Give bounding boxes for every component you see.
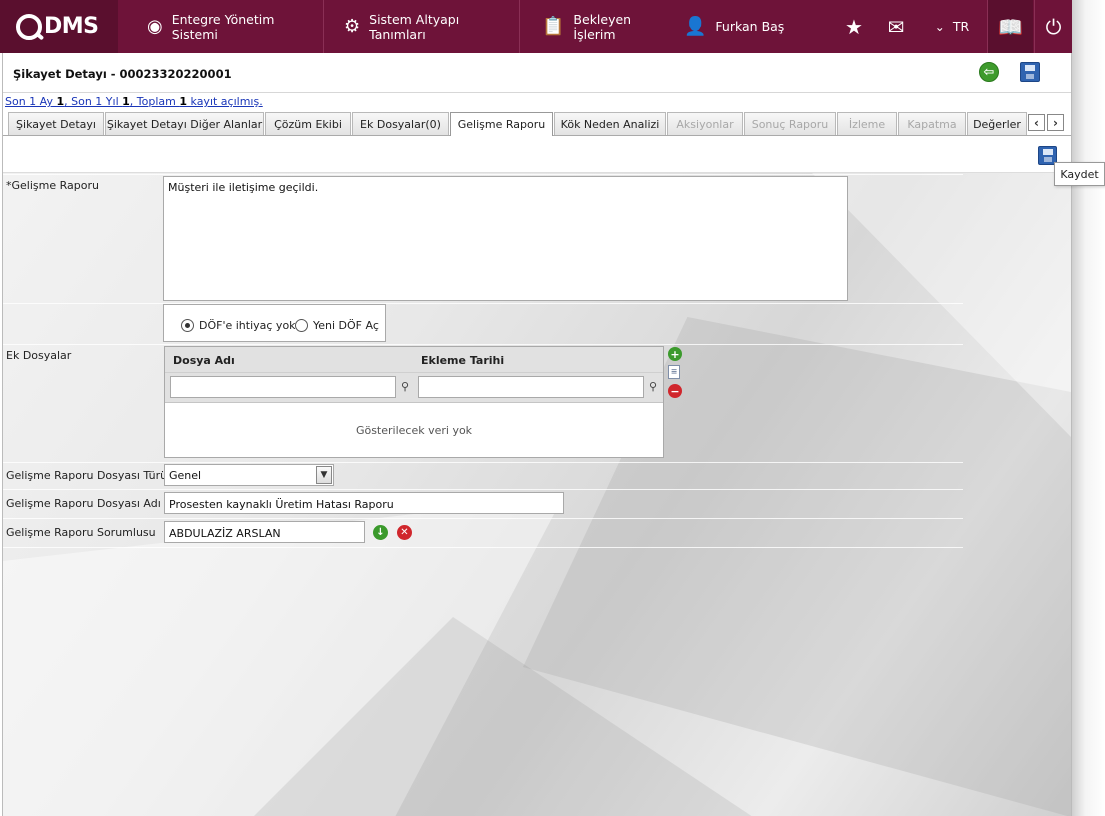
file-type-value: Genel (169, 469, 202, 482)
complaint-detail-page: Şikayet Detayı - 00023320220001 ⇦ Son 1 … (2, 53, 1072, 816)
user-icon: 👤 (684, 15, 707, 37)
radio-new-dof[interactable]: Yeni DÖF Aç (295, 319, 379, 332)
clipboard-icon: 📋 (542, 15, 565, 37)
nav-label: Furkan Baş (715, 19, 785, 34)
tab-aksiyonlar: Aksiyonlar (667, 112, 743, 135)
row-divider (3, 344, 963, 345)
attachments-label: Ek Dosyalar (6, 349, 72, 362)
grid-empty-message: Gösterilecek veri yok (355, 423, 473, 437)
row-divider (3, 547, 963, 548)
select-owner-down-icon[interactable]: ↓ (373, 525, 388, 540)
grid-header: Dosya Adı Ekleme Tarihi (165, 347, 663, 373)
nav-sistem-altyapi[interactable]: ⚙ Sistem Altyapı Tanımları (324, 0, 520, 53)
report-textarea[interactable]: Müşteri ile iletişime geçildi. (163, 176, 848, 301)
remove-file-minus-icon[interactable]: − (668, 384, 682, 398)
recent-suffix: kayıt açılmış. (187, 95, 263, 108)
power-logout-icon[interactable]: ⏻ (1034, 0, 1072, 53)
tab-kapatma: Kapatma (898, 112, 966, 135)
tab-scroll-left-icon[interactable]: ‹ (1028, 114, 1045, 131)
language-selector[interactable]: ⌄ TR (922, 0, 982, 53)
tab-izleme: İzleme (837, 112, 897, 135)
radio-dof-not-needed[interactable]: DÖF'e ihtiyaç yok (181, 319, 296, 332)
tab-degerler[interactable]: Değerler (967, 112, 1027, 135)
page-edge-shadow (1072, 0, 1105, 816)
add-file-plus-icon[interactable]: + (668, 347, 682, 361)
row-divider (3, 489, 963, 490)
report-label: *Gelişme Raporu (6, 179, 99, 192)
clear-owner-x-icon[interactable]: ✕ (397, 525, 412, 540)
tab-strip: Şikayet Detayı Şikayet Detayı Diğer Alan… (3, 112, 1071, 136)
mail-icon[interactable]: ✉ (880, 0, 912, 53)
file-name-input[interactable]: Prosesten kaynaklı Üretim Hatası Raporu (164, 492, 564, 514)
recent-year-count: 1 (122, 95, 130, 108)
column-ekleme-tarihi[interactable]: Ekleme Tarihi (421, 354, 504, 367)
back-arrow-button[interactable]: ⇦ (979, 62, 999, 82)
file-name-label: Gelişme Raporu Dosyası Adı (6, 497, 161, 510)
nav-user-profile[interactable]: 👤 Furkan Baş (672, 0, 822, 53)
chevron-down-icon: ⌄ (934, 19, 945, 34)
recent-middle: , Son 1 Yıl (64, 95, 123, 108)
radio-label: DÖF'e ihtiyaç yok (199, 319, 296, 332)
nav-label: Entegre Yönetim Sistemi (171, 11, 275, 42)
tab-sonuc-raporu: Sonuç Raporu (744, 112, 836, 135)
tab-diger-alanlar[interactable]: Şikayet Detayı Diğer Alanlar (105, 112, 264, 135)
filter-ekleme-tarihi-input[interactable] (418, 376, 644, 398)
favorites-star-icon[interactable]: ★ (838, 0, 870, 53)
recent-total-count: 1 (179, 95, 188, 108)
radio-label: Yeni DÖF Aç (313, 319, 379, 332)
page-title: Şikayet Detayı - 00023320220001 (13, 67, 232, 81)
document-icon[interactable]: ≡ (668, 365, 680, 379)
tab-gelisme-raporu[interactable]: Gelişme Raporu (450, 112, 553, 136)
tab-sikayet-detayi[interactable]: Şikayet Detayı (8, 112, 104, 135)
file-type-label: Gelişme Raporu Dosyası Türü (6, 469, 168, 482)
save-disk-icon[interactable] (1020, 62, 1040, 82)
recent-prefix: Son 1 Ay (5, 95, 57, 108)
chevron-down-icon[interactable]: ▼ (316, 466, 332, 484)
tab-cozum-ekibi[interactable]: Çözüm Ekibi (265, 112, 351, 135)
recent-total-label: , Toplam (129, 95, 180, 108)
book-help-icon[interactable]: 📖 (987, 0, 1033, 53)
row-divider (3, 462, 963, 463)
logo-text: DMS (44, 14, 99, 39)
tab-kok-neden-analizi[interactable]: Kök Neden Analizi (554, 112, 666, 135)
qdms-logo[interactable]: DMS (0, 0, 118, 53)
nav-label: Bekleyen İşlerim (573, 11, 632, 42)
tab-scroll-right-icon[interactable]: › (1047, 114, 1064, 131)
gelisme-raporu-panel: *Gelişme Raporu Müşteri ile iletişime ge… (3, 137, 1071, 816)
tab-ek-dosyalar[interactable]: Ek Dosyalar(0) (352, 112, 449, 135)
panel-action-strip (3, 137, 1071, 173)
recent-records-link[interactable]: Son 1 Ay 1, Son 1 Yıl 1, Toplam 1 kayıt … (5, 95, 263, 108)
filter-funnel-icon[interactable]: ⚲ (649, 380, 659, 394)
grid-filter-row: ⚲ ⚲ (165, 373, 663, 403)
gear-icon: ⚙ (344, 15, 361, 37)
filter-dosya-adi-input[interactable] (170, 376, 396, 398)
owner-label: Gelişme Raporu Sorumlusu (6, 526, 156, 539)
save-tooltip: Kaydet (1054, 162, 1105, 186)
radio-checked-icon (181, 319, 194, 332)
page-titlebar: Şikayet Detayı - 00023320220001 ⇦ (3, 53, 1071, 93)
column-dosya-adi[interactable]: Dosya Adı (173, 354, 235, 367)
recent-month-count: 1 (56, 95, 65, 108)
row-divider (3, 518, 963, 519)
dof-radio-group: DÖF'e ihtiyaç yok Yeni DÖF Aç (163, 304, 386, 342)
nav-bekleyen-islerim[interactable]: 📋 Bekleyen İşlerim (520, 0, 672, 53)
nav-label: Sistem Altyapı Tanımları (369, 11, 460, 42)
row-divider (3, 174, 963, 175)
nav-entegre-yonetim[interactable]: ◉ Entegre Yönetim Sistemi (118, 0, 324, 53)
attachments-grid: Dosya Adı Ekleme Tarihi ⚲ ⚲ Gösterilecek… (164, 346, 664, 458)
language-code: TR (952, 19, 970, 34)
logo-q-icon (16, 13, 42, 40)
top-navigation-bar: DMS ◉ Entegre Yönetim Sistemi ⚙ Sistem A… (0, 0, 1072, 53)
owner-input[interactable]: ABDULAZİZ ARSLAN (164, 521, 365, 543)
row-divider (3, 303, 963, 304)
file-type-select[interactable]: Genel ▼ (164, 464, 334, 486)
q-circle-icon: ◉ (147, 15, 163, 37)
filter-funnel-icon[interactable]: ⚲ (401, 380, 411, 394)
radio-unchecked-icon (295, 319, 308, 332)
